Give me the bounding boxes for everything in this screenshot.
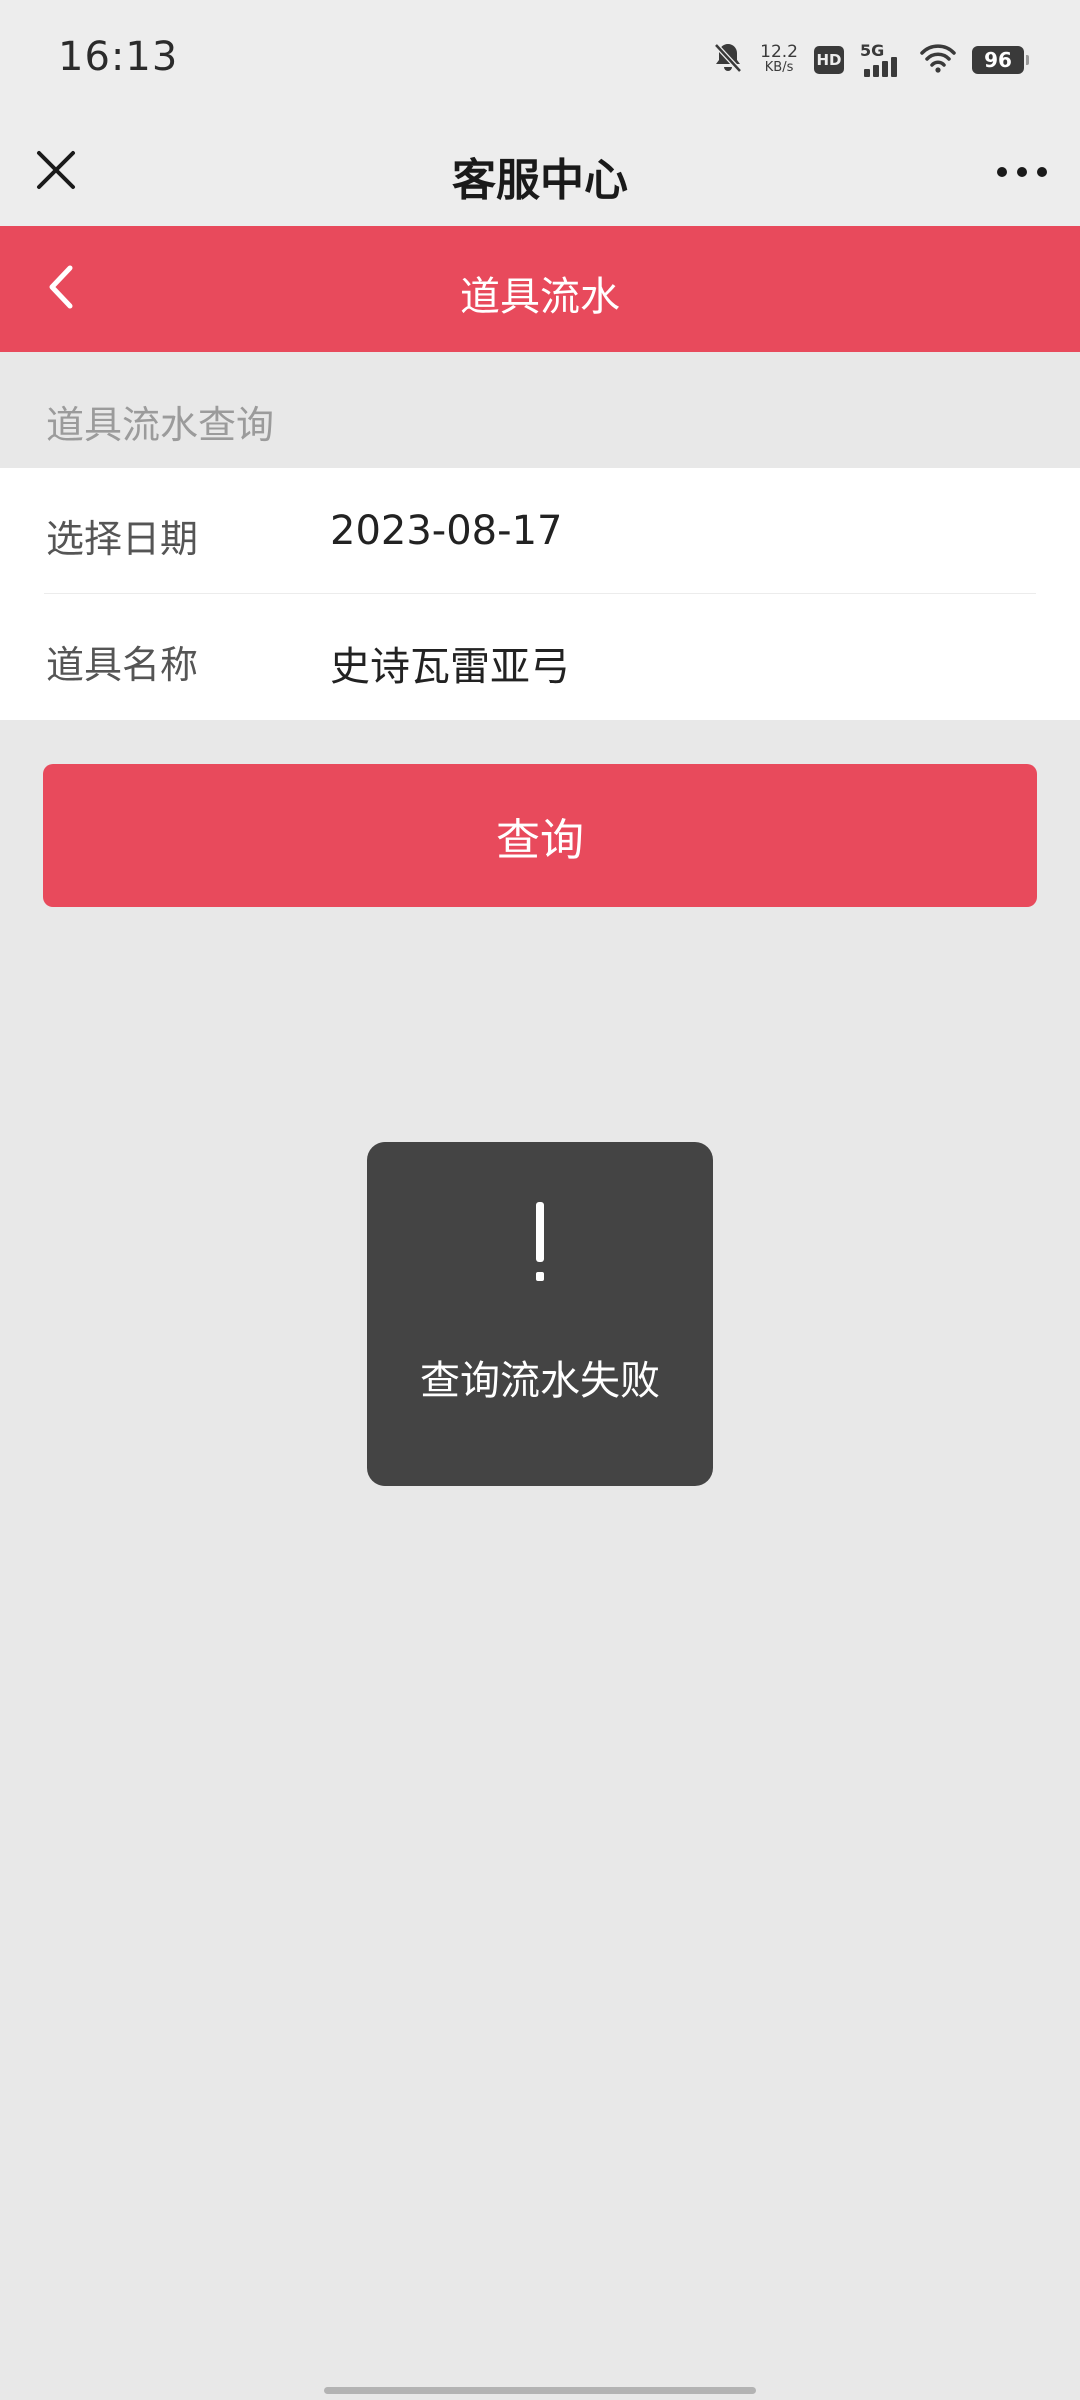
section-header: 道具流水 — [0, 226, 1080, 352]
exclamation-icon — [367, 1200, 713, 1284]
bell-muted-icon — [712, 41, 744, 79]
query-section-label: 道具流水查询 — [46, 403, 275, 447]
error-toast: 查询流水失败 — [367, 1142, 713, 1486]
query-form: 选择日期 2023-08-17 道具名称 史诗瓦雷亚弓 — [0, 468, 1080, 720]
item-name-row[interactable]: 道具名称 史诗瓦雷亚弓 — [0, 594, 1080, 719]
status-bar: 16:13 12.2 KB/s HD 5G 96 — [0, 0, 1080, 118]
net-speed: 12.2 KB/s — [760, 44, 798, 76]
more-dots-icon — [996, 163, 1048, 182]
app-title-bar: 客服中心 — [0, 118, 1080, 226]
status-icons: 12.2 KB/s HD 5G 96 — [712, 40, 1029, 80]
signal-5g-icon: 5G — [860, 41, 904, 79]
hd-icon: HD — [814, 46, 844, 74]
net-speed-unit: KB/s — [764, 60, 794, 75]
more-button[interactable] — [990, 142, 1054, 202]
query-button[interactable]: 查询 — [43, 764, 1037, 907]
item-name-label: 道具名称 — [46, 643, 199, 687]
header-title: 道具流水 — [460, 274, 620, 320]
date-label: 选择日期 — [46, 517, 199, 561]
date-value[interactable]: 2023-08-17 — [330, 508, 562, 554]
date-row[interactable]: 选择日期 2023-08-17 — [0, 468, 1080, 594]
home-indicator[interactable] — [324, 2387, 756, 2394]
battery-icon: 96 — [972, 46, 1029, 74]
item-name-value[interactable]: 史诗瓦雷亚弓 — [330, 634, 570, 692]
status-time: 16:13 — [58, 34, 179, 80]
toast-message: 查询流水失败 — [420, 1358, 660, 1404]
page-title: 客服中心 — [452, 155, 628, 206]
net-speed-value: 12.2 — [760, 42, 798, 62]
wifi-icon — [920, 43, 956, 77]
screen: 16:13 12.2 KB/s HD 5G 96 客服中心 道具流水 道具流水查… — [0, 0, 1080, 2400]
